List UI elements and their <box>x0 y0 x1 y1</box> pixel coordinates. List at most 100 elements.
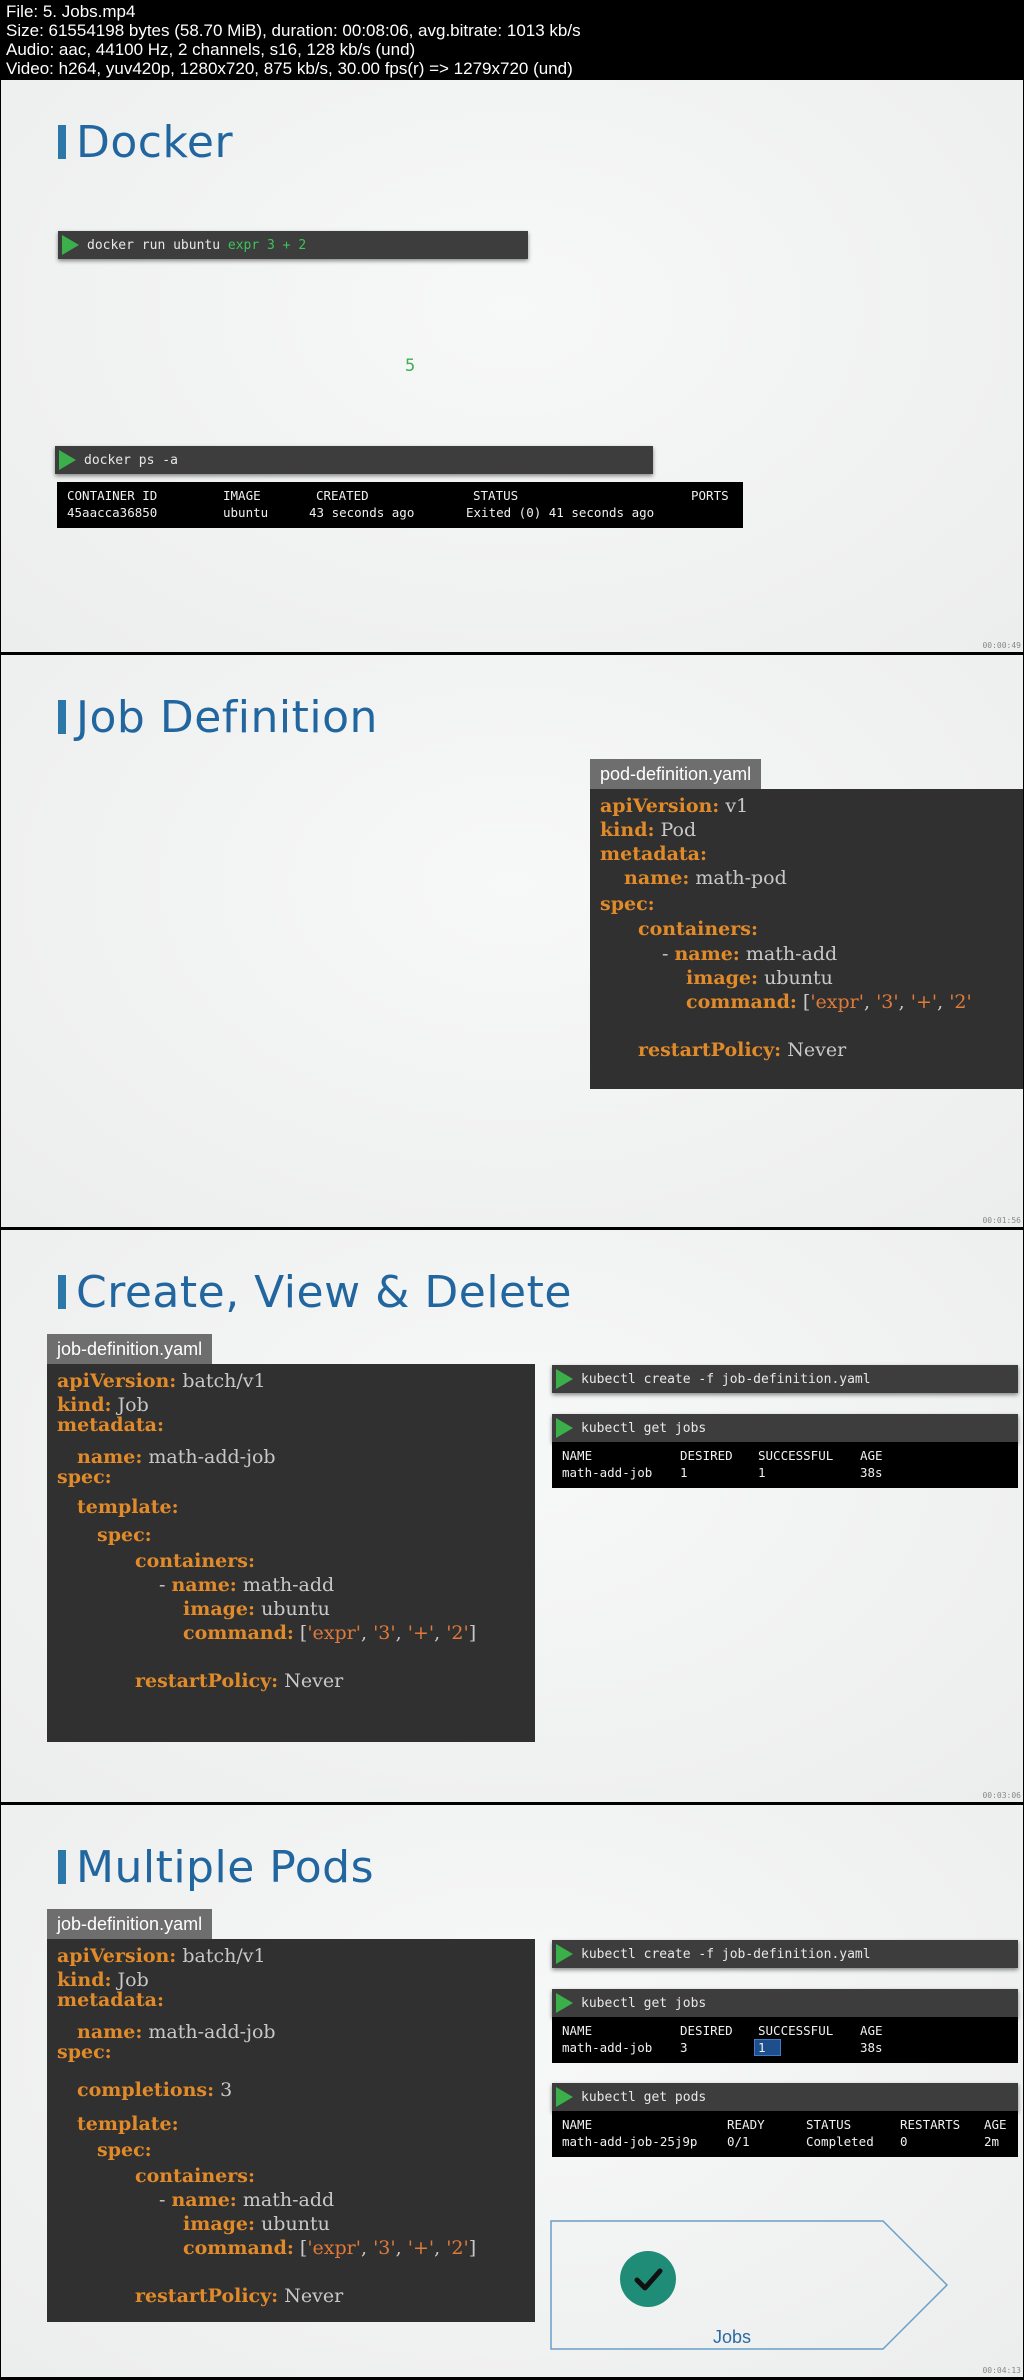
column-header: AGE <box>984 2117 1007 2132</box>
terminal-output: CONTAINER ID IMAGE CREATED STATUS PORTS … <box>57 482 743 528</box>
column-header: SUCCESSFUL <box>758 2023 834 2038</box>
table-row: 45aacca36850 ubuntu 43 seconds ago Exite… <box>57 505 743 522</box>
file-info-line: Audio: aac, 44100 Hz, 2 channels, s16, 1… <box>6 40 416 59</box>
column-header: STATUS <box>473 488 519 503</box>
play-icon <box>556 1418 573 1438</box>
table-cell: 38s <box>860 2040 883 2055</box>
table-cell: 0/1 <box>727 2134 750 2149</box>
terminal-output: NAME DESIRED SUCCESSFUL AGE math-add-job… <box>552 2017 1018 2063</box>
column-header: PORTS <box>691 488 729 503</box>
terminal-command: kubectl get jobs <box>581 1995 707 2011</box>
yaml-code-block: apiVersion: batch/v1 kind: Job metadata:… <box>47 1939 535 2322</box>
column-header: AGE <box>860 2023 883 2038</box>
terminal-command: kubectl create -f job-definition.yaml <box>581 1946 871 1962</box>
slide-title: Docker <box>58 116 234 168</box>
title-accent-bar <box>58 1275 66 1309</box>
slide-title-text: Create, View & Delete <box>76 1266 572 1318</box>
play-icon <box>556 1944 573 1964</box>
yaml-code-block: apiVersion: batch/v1 kind: Job metadata:… <box>47 1364 535 1742</box>
file-name-tab: job-definition.yaml <box>47 1909 213 1939</box>
terminal-command-bar: kubectl get jobs <box>552 1989 1018 2017</box>
terminal-command: kubectl get pods <box>581 2089 707 2105</box>
table-cell: Exited (0) 41 seconds ago <box>466 505 655 520</box>
table-cell: ubuntu <box>223 505 269 520</box>
column-header: CREATED <box>316 488 369 503</box>
table-cell: 3 <box>680 2040 688 2055</box>
file-info-header: File: 5. Jobs.mp4 Size: 61554198 bytes (… <box>0 0 1024 78</box>
play-icon <box>556 1993 573 2013</box>
terminal-command-bar: kubectl create -f job-definition.yaml <box>552 1365 1018 1393</box>
file-info-line: Size: 61554198 bytes (58.70 MiB), durati… <box>6 21 581 40</box>
terminal-output: NAME READY STATUS RESTARTS AGE math-add-… <box>552 2111 1018 2157</box>
column-header: RESTARTS <box>900 2117 961 2132</box>
terminal-command: kubectl get jobs <box>581 1420 707 1436</box>
timestamp: 00:04:13 <box>982 2366 1021 2375</box>
terminal-command: kubectl create -f job-definition.yaml <box>581 1371 871 1387</box>
column-header: NAME <box>562 2117 593 2132</box>
checkmark-glyph <box>634 2268 663 2291</box>
table-row: math-add-job 3 1 38s <box>552 2039 1018 2057</box>
check-icon <box>620 2251 676 2307</box>
play-icon <box>62 235 79 255</box>
title-accent-bar <box>58 125 66 159</box>
terminal-command-bar: kubectl get pods <box>552 2083 1018 2111</box>
terminal-command-bar: kubectl get jobs <box>552 1414 1018 1442</box>
table-cell: 45aacca36850 <box>67 505 158 520</box>
column-header: CONTAINER ID <box>67 488 158 503</box>
table-cell: math-add-job-25j9p <box>562 2134 698 2149</box>
column-header: NAME <box>562 2023 593 2038</box>
column-header: NAME <box>562 1448 593 1463</box>
slide-title: Multiple Pods <box>58 1841 374 1893</box>
column-header: SUCCESSFUL <box>758 1448 834 1463</box>
table-row: math-add-job-25j9p 0/1 Completed 0 2m <box>552 2134 1018 2151</box>
table-cell: math-add-job <box>562 2040 653 2055</box>
table-cell: 1 <box>680 1465 688 1480</box>
table-header-row: NAME DESIRED SUCCESSFUL AGE <box>552 2023 1018 2040</box>
column-header: DESIRED <box>680 1448 733 1463</box>
title-accent-bar <box>58 1850 66 1884</box>
terminal-command: docker run ubuntu expr 3 + 2 <box>87 237 307 253</box>
command-output: 5 <box>405 356 416 376</box>
table-cell: 38s <box>860 1465 883 1480</box>
table-cell: 0 <box>900 2134 908 2149</box>
title-accent-bar <box>58 700 66 734</box>
frame-docker: Docker docker run ubuntu expr 3 + 2 5 do… <box>1 80 1023 652</box>
column-header: IMAGE <box>223 488 261 503</box>
table-header-row: NAME READY STATUS RESTARTS AGE <box>552 2117 1018 2134</box>
table-cell: 43 seconds ago <box>309 505 415 520</box>
timestamp: 00:01:56 <box>982 1216 1021 1225</box>
column-header: STATUS <box>806 2117 852 2132</box>
timestamp: 00:03:06 <box>982 1791 1021 1800</box>
table-cell: math-add-job <box>562 1465 653 1480</box>
play-icon <box>556 1369 573 1389</box>
table-row: math-add-job 1 1 38s <box>552 1465 1018 1482</box>
frame-create-view-delete: Create, View & Delete job-definition.yam… <box>1 1230 1023 1802</box>
file-name-tab: pod-definition.yaml <box>590 759 762 789</box>
yaml-code-block: apiVersion: v1 kind: Pod metadata: name:… <box>590 789 1023 1089</box>
slide-title-text: Job Definition <box>76 691 378 743</box>
table-cell: Completed <box>806 2134 874 2149</box>
highlighted-cell: 1 <box>754 2039 781 2056</box>
frame-multiple-pods: Multiple Pods job-definition.yaml apiVer… <box>1 1805 1023 2377</box>
file-info-line: Video: h264, yuv420p, 1280x720, 875 kb/s… <box>6 59 573 78</box>
table-cell: 1 <box>758 1465 766 1480</box>
terminal-command-bar: docker run ubuntu expr 3 + 2 <box>58 231 528 259</box>
table-header-row: NAME DESIRED SUCCESSFUL AGE <box>552 1448 1018 1465</box>
file-name-tab: job-definition.yaml <box>47 1334 213 1364</box>
terminal-output: NAME DESIRED SUCCESSFUL AGE math-add-job… <box>552 1442 1018 1488</box>
flow-label: Jobs <box>713 2327 752 2347</box>
timestamp: 00:00:49 <box>982 641 1021 650</box>
frame-job-definition: Job Definition pod-definition.yaml apiVe… <box>1 655 1023 1227</box>
file-info-line: File: 5. Jobs.mp4 <box>6 2 136 21</box>
play-icon <box>59 450 76 470</box>
table-cell: 2m <box>984 2134 1000 2149</box>
column-header: READY <box>727 2117 765 2132</box>
slide-title: Job Definition <box>58 691 378 743</box>
column-header: DESIRED <box>680 2023 733 2038</box>
slide-title-text: Multiple Pods <box>76 1841 374 1893</box>
terminal-command-bar: kubectl create -f job-definition.yaml <box>552 1940 1018 1968</box>
slide-title-text: Docker <box>76 116 234 168</box>
play-icon <box>556 2087 573 2107</box>
table-header-row: CONTAINER ID IMAGE CREATED STATUS PORTS <box>57 488 743 505</box>
slide-title: Create, View & Delete <box>58 1266 572 1318</box>
